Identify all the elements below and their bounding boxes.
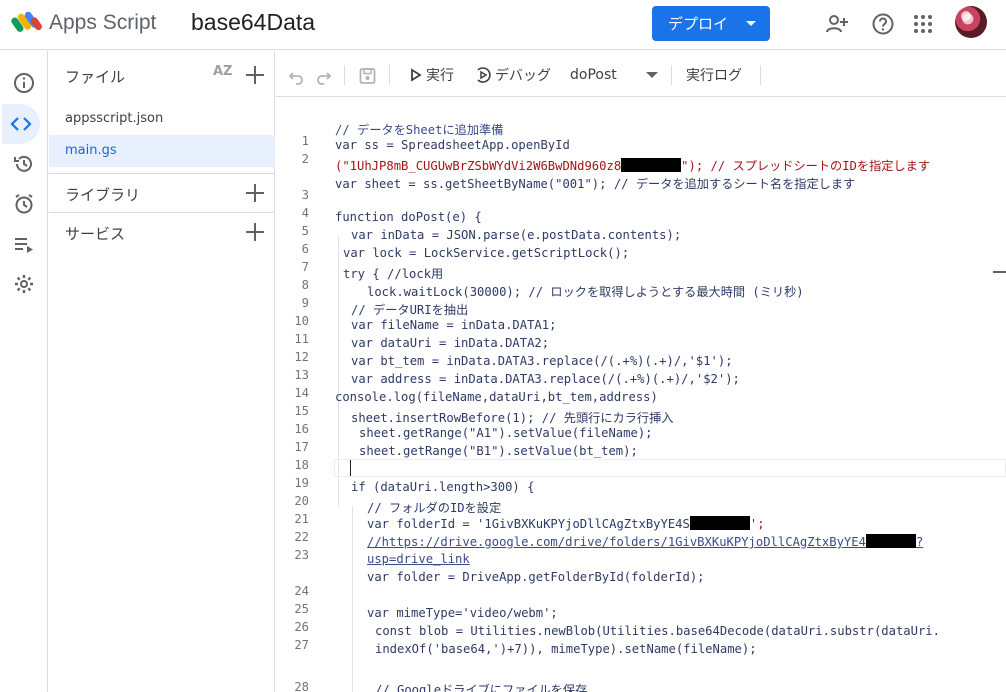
app-name[interactable]: Apps Script [49, 11, 156, 35]
editor-toolbar: 実行 デバッグ doPost 実行ログ [276, 51, 1006, 97]
project-name[interactable]: base64Data [191, 9, 315, 36]
add-file-icon[interactable] [246, 66, 264, 84]
code-line: 15 console.log(fileName,dataUri,bt_tem,a… [294, 390, 658, 418]
scrollbar-marker [993, 271, 1006, 273]
rail-settings[interactable] [0, 264, 48, 304]
code-line: 14 var address = inData.DATA3.replace(/(… [294, 372, 740, 400]
alarm-icon [15, 194, 33, 214]
top-bar: Apps Script base64Data デプロイ [0, 0, 1006, 50]
rail-editor[interactable] [2, 104, 40, 144]
redo-icon[interactable] [316, 67, 332, 87]
toolbar-divider [760, 65, 761, 85]
executions-icon [15, 238, 33, 253]
code-line: 18 sheet.getRange("B1").setValue(bt_tem)… [294, 444, 638, 472]
indent-guide [352, 506, 353, 692]
code-line: 3 var sheet = ss.getSheetByName("001"); … [301, 177, 856, 202]
execution-log-button[interactable]: 実行ログ [686, 65, 742, 85]
help-icon[interactable] [870, 11, 896, 37]
apps-grid-icon[interactable] [910, 11, 936, 37]
chevron-down-icon[interactable] [646, 72, 658, 78]
function-select[interactable]: doPost [570, 65, 617, 85]
services-section: サービス [49, 212, 275, 250]
run-label: 実行 [426, 68, 454, 84]
add-library-icon[interactable] [246, 184, 264, 202]
code-line: 23 //https://drive.google.com/drive/fold… [294, 534, 924, 562]
code-line: 20 if (dataUri.length>300) { [294, 480, 535, 508]
code-line: 9 lock.waitLock(30000); // ロックを取得しようとする最… [301, 285, 804, 310]
code-icon [10, 117, 32, 131]
deploy-button[interactable]: デプロイ [652, 6, 770, 41]
code-line: 10 // データURIを抽出 [294, 303, 469, 328]
file-item-main-gs[interactable]: main.gs [49, 135, 275, 167]
code-line: 11 var fileName = inData.DATA1; [294, 318, 557, 346]
code-line-wrap: usp=drive_link [367, 552, 470, 566]
toolbar-divider [389, 65, 390, 85]
redacted-block [689, 516, 750, 530]
code-line: 4 [301, 206, 309, 220]
toolbar-divider [344, 65, 345, 85]
code-line: 7 var lock = LockService.getScriptLock()… [301, 246, 630, 274]
code-line: 5 function doPost(e) { [301, 210, 482, 238]
code-line: 16 sheet.insertRowBefore(1); // 先頭行にカラ行挿… [294, 411, 674, 436]
code-line: 24 var folder = DriveApp.getFolderById(f… [294, 570, 705, 598]
function-select-value: doPost [570, 67, 617, 83]
redacted-block [621, 158, 682, 172]
code-line: 8 try { //lock用 [301, 267, 444, 292]
undo-icon[interactable] [288, 67, 304, 87]
redacted-block [865, 534, 916, 548]
code-line: 12 var dataUri = inData.DATA2; [294, 336, 550, 364]
code-line: 27 const blob = Utilities.newBlob(Utilit… [294, 624, 940, 652]
code-line: 21 // フォルダのIDを設定 [294, 501, 502, 526]
info-icon [14, 73, 34, 93]
code-line: 1 // データをSheetに追加準備 [301, 123, 504, 148]
history-icon [14, 155, 32, 172]
code-line: 25 [294, 602, 309, 616]
file-item-appsscript-json[interactable]: appsscript.json [49, 103, 275, 135]
debug-label: デバッグ [495, 68, 551, 84]
files-header: ファイル AZ [49, 51, 275, 97]
deploy-label: デプロイ [668, 15, 729, 33]
services-label: サービス [65, 225, 126, 243]
text-cursor [350, 460, 351, 476]
code-line: 26 var mimeType='video/webm'; [294, 606, 558, 634]
run-button[interactable]: 実行 [410, 65, 454, 85]
add-service-icon[interactable] [246, 223, 264, 241]
libraries-label: ライブラリ [65, 186, 141, 204]
code-editor[interactable]: 1 // データをSheetに追加準備 2 var ss = Spreadshe… [276, 98, 1006, 692]
rail-history[interactable] [0, 144, 48, 184]
debug-button[interactable]: デバッグ [475, 65, 551, 85]
code-line: 29 // Googleドライブにファイルを保存 [375, 683, 588, 692]
current-line-highlight [334, 459, 1006, 477]
code-line: 19 [294, 476, 309, 490]
code-line-wrap: ("1UhJP8mB_CUGUwBrZSbWYdVi2W6BwDNd960z8 "… [335, 158, 931, 173]
toolbar-divider [671, 65, 672, 85]
debug-icon [477, 67, 491, 83]
files-panel: ファイル AZ appsscript.json main.gs ライブラリ サー… [49, 51, 275, 692]
code-line: 2 var ss = SpreadsheetApp.openById [301, 138, 570, 166]
settings-icon [15, 275, 33, 293]
code-line-wrap: indexOf('base64,')+7)), mimeType).setNam… [375, 642, 757, 656]
rail-overview[interactable] [0, 63, 48, 103]
person-add-icon[interactable] [824, 11, 850, 37]
code-line: 22 var folderId = '1GivBXKuKPYjoDllCAgZt… [294, 516, 765, 544]
left-rail [0, 51, 48, 692]
save-icon[interactable] [359, 66, 376, 86]
user-avatar[interactable] [955, 6, 987, 38]
files-title: ファイル [65, 68, 126, 86]
rail-triggers[interactable] [0, 184, 48, 224]
play-icon [411, 68, 422, 82]
code-line: 17 sheet.getRange("A1").setValue(fileNam… [294, 426, 653, 454]
code-line: 13 var bt_tem = inData.DATA3.replace(/(.… [294, 354, 733, 382]
chevron-down-icon [746, 21, 756, 26]
sort-az-icon[interactable]: AZ [213, 64, 233, 79]
execution-log-label: 実行ログ [686, 68, 742, 84]
apps-script-logo-icon[interactable] [11, 9, 43, 37]
libraries-section: ライブラリ [49, 173, 275, 211]
code-line: 6 var inData = JSON.parse(e.postData.con… [301, 228, 682, 256]
rail-executions[interactable] [0, 224, 48, 264]
